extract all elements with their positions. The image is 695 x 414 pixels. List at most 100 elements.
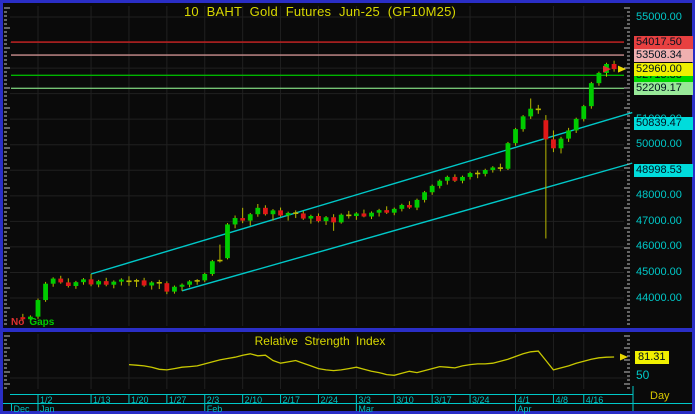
candle [73,282,79,286]
candle [513,129,518,144]
timeframe-label: Day [650,390,670,402]
candle [263,207,268,215]
price-level-badge: 52960.00 [634,62,693,76]
rsi-line [128,350,615,376]
candle [111,281,117,285]
date-tick-label: 2/17 [282,395,301,405]
rsi-level-label: 50 [636,368,650,382]
level-lines-layer [11,41,624,89]
month-label: Dec [13,404,30,414]
price-tick-label: 45000.00 [636,265,682,278]
date-tick-label: 2/24 [320,395,338,405]
price-arrows [603,65,628,361]
candle [103,281,109,285]
candle [429,185,435,193]
candle [278,210,283,216]
candle [209,261,215,274]
candle [43,283,48,301]
candle [391,208,397,213]
rsi-current-arrow-icon [620,353,628,361]
price-tick-label: 55000.00 [636,10,682,23]
date-tick-label: 1/20 [130,395,149,405]
candle [118,279,124,282]
trend-channel-layer [90,111,633,292]
candle [149,282,155,286]
date-tick-label: 1/13 [93,395,111,405]
candle [588,83,594,107]
candle [361,213,367,217]
candle [353,213,359,216]
candle [285,212,291,216]
price-tick-label: 48000.00 [636,189,682,202]
price-level-badge: 50839.47 [634,116,693,130]
candle [543,120,549,140]
candle [308,215,314,219]
candle [596,72,602,84]
date-tick-label: 3/17 [434,395,452,405]
candle [300,213,306,219]
candle [437,180,443,186]
candle [611,64,617,70]
candle [460,176,465,181]
candle [384,210,390,213]
date-tick-label: 1/27 [168,395,187,405]
candle [376,210,382,213]
month-label: Feb [206,404,223,414]
candle [581,106,587,119]
rsi-current-value-badge: 81.31 [635,351,669,364]
candle [141,280,147,286]
candle [452,176,458,181]
candle [520,116,526,130]
candle [331,217,337,223]
current-price-arrow-icon [618,65,626,73]
candle [505,143,511,169]
candle [558,138,564,149]
panel-divider [0,328,695,332]
price-level-badge: 48998.53 [634,163,693,177]
candle [566,130,571,139]
chart-canvas[interactable] [0,0,695,414]
price-level-badge: 53508.34 [634,48,693,62]
no-gaps-annotation: No Gaps [11,317,54,328]
channel-line [90,111,633,275]
date-tick-label: 3/24 [472,395,490,405]
candle [225,224,230,259]
chart-title: 10 BAHT Gold Futures Jun-25 (GF10M25) [183,4,457,19]
date-tick-label: 3/10 [396,395,414,405]
price-tick-label: 46000.00 [636,240,682,253]
candle [88,279,94,285]
candle [316,215,321,222]
price-tick-label: 47000.00 [636,214,682,227]
candle [551,139,556,149]
candle [422,192,427,200]
price-level-badge: 52209.17 [634,81,693,95]
candle [58,278,64,283]
candle [255,207,261,215]
rsi-line-layer [128,350,615,376]
candle [164,283,170,292]
candle [172,286,177,292]
candle [50,278,56,284]
price-tick-label: 50000.00 [636,138,682,151]
candle [232,218,238,225]
candle [467,173,473,177]
date-tick-label: 2/10 [244,395,263,405]
month-label: Mar [358,404,374,414]
price-tick-label: 44000.00 [636,291,682,304]
candle [482,170,488,174]
candle [179,284,185,287]
candle [573,118,579,131]
candle [202,273,208,281]
candle [407,205,412,208]
rsi-title: Relative Strength Index [254,334,386,348]
candle [444,176,450,181]
candle [247,214,253,221]
month-label: Apr [517,404,532,414]
date-tick-label: 4/8 [555,395,568,405]
candle [323,217,329,222]
price-level-badge: 54017.50 [634,35,693,49]
no-gaps-label-no: No [11,317,25,328]
candle [414,199,420,208]
month-label: Jan [40,404,55,414]
candle [270,210,276,215]
